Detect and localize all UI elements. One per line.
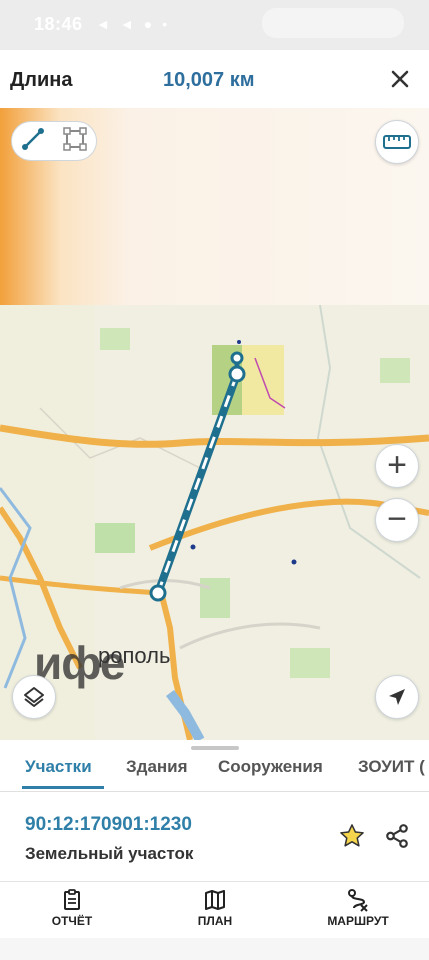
bottom-navigation: ОТЧЁТ ПЛАН МАРШРУТ [0,882,429,938]
ruler-button[interactable] [375,120,419,164]
zoom-in-button[interactable]: + [375,444,419,488]
locate-icon [389,689,405,705]
ruler-icon [383,135,411,149]
measure-distance-value: 10,007 км [163,69,255,91]
tab-parcels[interactable]: Участки [25,757,92,777]
telegram-icon: ◄ [96,16,110,32]
nav-plan-label: ПЛАН [197,914,233,928]
close-icon [391,70,409,88]
locate-button[interactable] [375,675,419,719]
zoom-out-button[interactable]: − [375,498,419,542]
measure-mode-toggle [11,121,97,161]
parcel-type: Земельный участок [25,844,194,863]
nav-plan[interactable]: ПЛАН [155,888,275,928]
tab-buildings[interactable]: Здания [126,757,188,777]
nav-route-label: МАРШРУТ [327,914,389,928]
city-label-suffix: рополь [98,643,171,668]
layers-button[interactable] [12,675,56,719]
telegram-icon: ◄ [119,16,134,32]
line-tool-icon [22,127,44,150]
star-icon [340,824,364,847]
layers-icon [24,687,44,707]
route-start-point [149,584,167,602]
sheet-drag-handle[interactable] [191,746,239,750]
status-icons: ◄ ◄ ● • [96,16,167,32]
measure-title: Длина [10,69,73,91]
close-button[interactable] [384,63,416,95]
report-icon [64,889,80,910]
cadastral-number[interactable]: 90:12:170901:1230 [25,814,192,836]
share-icon [386,824,408,848]
zoom-out-icon: − [387,499,407,538]
measure-header: Длина 10,007 км [0,50,429,108]
status-time: 18:46 [34,14,83,34]
polygon-tool-icon [63,126,87,151]
map-view[interactable]: ифе рополь + − [0,108,429,740]
tabs-bar: Участки Здания Сооружения ЗОУИТ ( [0,740,429,792]
active-tab-indicator [22,786,104,789]
map-icon [205,890,225,910]
line-tool-button[interactable] [20,126,46,157]
tab-zouit[interactable]: ЗОУИТ ( [358,757,425,777]
share-button[interactable] [384,823,410,849]
route-mid-point [228,365,246,383]
parcel-card[interactable]: 90:12:170901:1230 Земельный участок [0,792,429,882]
nav-route[interactable]: МАРШРУТ [298,888,418,928]
polygon-tool-button[interactable] [62,126,88,157]
route-icon [348,889,368,912]
status-bar: 18:46 ◄ ◄ ● • [0,0,429,50]
status-notification-pill [262,8,404,38]
chat-icon: ● [143,16,153,32]
system-navigation-bar [0,938,429,960]
zoom-in-icon: + [387,445,407,484]
favorite-button[interactable] [338,822,366,850]
route-end-point [230,351,244,365]
dot-icon: • [162,16,168,32]
nav-report[interactable]: ОТЧЁТ [12,888,132,928]
nav-report-label: ОТЧЁТ [51,914,93,928]
tab-structures[interactable]: Сооружения [218,757,323,777]
